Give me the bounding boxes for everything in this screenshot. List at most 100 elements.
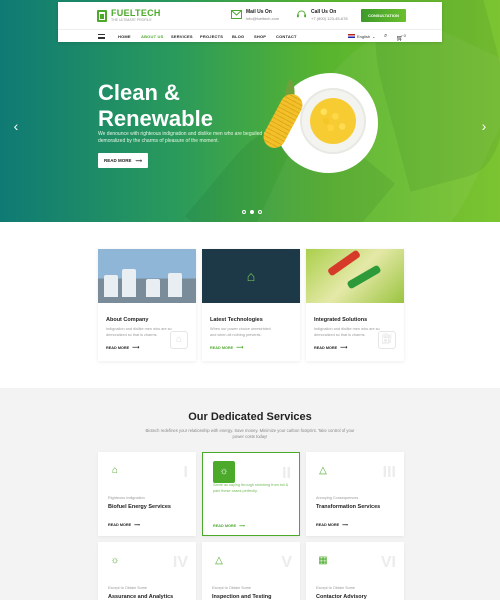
- service-card-featured[interactable]: ☼ II Same as saying through shrinking fr…: [202, 452, 300, 536]
- consultation-button[interactable]: CONSULTATION: [361, 9, 406, 22]
- service-subtitle: Except to Obtain Some: [316, 586, 356, 590]
- call-value[interactable]: +7 (800) 123-45-678: [311, 16, 348, 22]
- service-subtitle: Except to Obtain Some: [212, 586, 252, 590]
- feature-card-solutions[interactable]: Integrated Solutions Indignation and dis…: [306, 249, 404, 361]
- main-nav: HOME ABOUT US SERVICES PROJECTS BLOG SHO…: [58, 29, 442, 42]
- arrow-right-icon: ⟶: [135, 157, 142, 163]
- hero-text: We denounce with righteous indignation a…: [98, 131, 272, 144]
- service-card-advisory[interactable]: ▦ VI Except to Obtain Some Contactor Adv…: [306, 542, 404, 600]
- feature-card-technologies[interactable]: ⌂ Latest Technologies When our power cho…: [202, 249, 300, 361]
- mail-value[interactable]: info@fueltech.com: [246, 16, 279, 22]
- service-numeral: VI: [380, 554, 396, 571]
- hero-button-label: READ MORE: [104, 158, 132, 163]
- call-contact: Call Us On +7 (800) 123-45-678: [296, 9, 348, 22]
- service-subtitle: Righteous Indignation: [108, 496, 145, 500]
- arrow-right-icon: ⟶: [132, 345, 140, 351]
- mail-title: Mail Us On: [246, 9, 272, 15]
- service-numeral: IV: [172, 554, 188, 571]
- logo[interactable]: FUELTECH THE ULTIMATE PROFILE: [97, 9, 161, 23]
- services-subtitle: Biotech redefines your relationship with…: [145, 428, 355, 439]
- service-subtitle: Annoying Consequences: [316, 496, 359, 500]
- services-section: Our Dedicated Services Biotech redefines…: [0, 388, 500, 600]
- nav-item-contact[interactable]: CONTACT: [276, 34, 297, 39]
- card-text: Indignation and dislike men who are so d…: [106, 327, 172, 337]
- factory-icon: ⌂: [246, 268, 256, 284]
- slider-dot[interactable]: [258, 210, 262, 214]
- service-subtitle: Except to Obtain Some: [108, 586, 148, 590]
- nav-item-projects[interactable]: PROJECTS: [200, 34, 223, 39]
- arrow-right-icon: ⟶: [340, 345, 348, 351]
- read-more-link[interactable]: READ MORE ⟶: [108, 522, 140, 528]
- language-label: English: [357, 33, 371, 39]
- storage-tanks-image: [98, 249, 196, 303]
- arrow-right-icon: ⟶: [239, 524, 245, 528]
- menu-icon[interactable]: [98, 34, 105, 39]
- search-icon[interactable]: ⌕: [384, 33, 387, 40]
- service-card-assurance[interactable]: ☼ IV Except to Obtain Some Assurance and…: [98, 542, 196, 600]
- service-numeral: I: [183, 464, 188, 481]
- slider-dot[interactable]: [242, 210, 246, 214]
- read-more-link[interactable]: READ MORE ⟶: [316, 522, 348, 528]
- nav-item-about-us[interactable]: ABOUT US: [141, 34, 164, 39]
- service-title: Biofuel Energy Services: [108, 504, 171, 510]
- service-description: Same as saying through shrinking from to…: [213, 483, 289, 493]
- prev-slide-button[interactable]: ‹: [10, 119, 22, 133]
- technology-image: ⌂: [202, 249, 300, 303]
- fuel-pump-icon: [97, 10, 107, 22]
- service-card-transformation[interactable]: △ III Annoying Consequences Transformati…: [306, 452, 404, 536]
- service-title: Transformation Services: [316, 504, 381, 510]
- nav-item-blog[interactable]: BLOG: [232, 34, 244, 39]
- slider-dot-active[interactable]: [250, 210, 254, 214]
- cart-icon[interactable]: 🛒︎0: [396, 33, 406, 42]
- uk-flag-icon: [348, 33, 355, 39]
- logo-name: FUELTECH: [111, 8, 161, 18]
- read-more-link[interactable]: READ MORE ⟶: [210, 345, 243, 351]
- hero-title: Clean & Renewable: [98, 80, 213, 131]
- services-heading: Our Dedicated Services: [188, 411, 312, 423]
- service-card-inspection[interactable]: △ V Except to Obtain Some Inspection and…: [202, 542, 300, 600]
- service-title: Contactor Advisory: [316, 594, 367, 600]
- call-title: Call Us On: [311, 9, 337, 15]
- cart-count: 0: [403, 32, 406, 38]
- mail-icon: [231, 10, 242, 19]
- logo-tagline: THE ULTIMATE PROFILE: [111, 18, 152, 22]
- features-section: About Company Indignation and dislike me…: [0, 222, 500, 388]
- service-card-biofuel[interactable]: ⌂ I Righteous Indignation Biofuel Energy…: [98, 452, 196, 536]
- arrow-right-icon: ⟶: [342, 523, 348, 527]
- card-text: Indignation and dislike men who are so d…: [314, 327, 380, 337]
- lightbulb-icon: ☼: [213, 461, 235, 483]
- factory-icon: ⌂: [111, 465, 119, 476]
- service-title: Assurance and Analytics: [108, 594, 174, 600]
- fuel-pump-icon: ⛽︎: [378, 331, 396, 349]
- language-selector[interactable]: English ⌄: [348, 34, 375, 39]
- factory-icon: ⌂: [170, 331, 188, 349]
- bolt-icon: △: [215, 555, 223, 566]
- arrow-right-icon: ⟶: [134, 523, 140, 527]
- nav-item-services[interactable]: SERVICES: [171, 34, 193, 39]
- nav-item-shop[interactable]: SHOP: [254, 34, 266, 39]
- read-more-link[interactable]: READ MORE ⟶: [314, 345, 347, 351]
- service-numeral: V: [281, 554, 292, 571]
- nav-item-home[interactable]: HOME: [118, 34, 131, 39]
- service-title: Inspection and Testing: [212, 594, 272, 600]
- next-slide-button[interactable]: ›: [478, 119, 490, 133]
- card-title: Integrated Solutions: [314, 317, 368, 323]
- hero-read-more-button[interactable]: READ MORE ⟶: [98, 153, 148, 168]
- service-numeral: II: [282, 465, 291, 482]
- chevron-down-icon: ⌄: [372, 33, 376, 39]
- card-text: When our power choice unrestricted and w…: [210, 327, 271, 337]
- service-numeral: III: [382, 464, 396, 481]
- card-title: Latest Technologies: [210, 317, 263, 323]
- energy-icon: △: [319, 465, 327, 476]
- mail-contact: Mail Us On info@fueltech.com: [231, 9, 279, 22]
- corn-plate-image: [300, 88, 366, 154]
- read-more-link[interactable]: READ MORE ⟶: [106, 345, 139, 351]
- chart-icon: ▦: [318, 555, 328, 566]
- headset-icon: [297, 10, 306, 18]
- read-more-link[interactable]: READ MORE ⟶: [213, 523, 245, 529]
- feature-card-about[interactable]: About Company Indignation and dislike me…: [98, 249, 196, 361]
- arrow-right-icon: ⟶: [236, 345, 244, 351]
- site-header: FUELTECH THE ULTIMATE PROFILE Mail Us On…: [58, 2, 442, 42]
- bulb-icon: ☼: [110, 555, 120, 566]
- fuel-nozzles-image: [306, 249, 404, 303]
